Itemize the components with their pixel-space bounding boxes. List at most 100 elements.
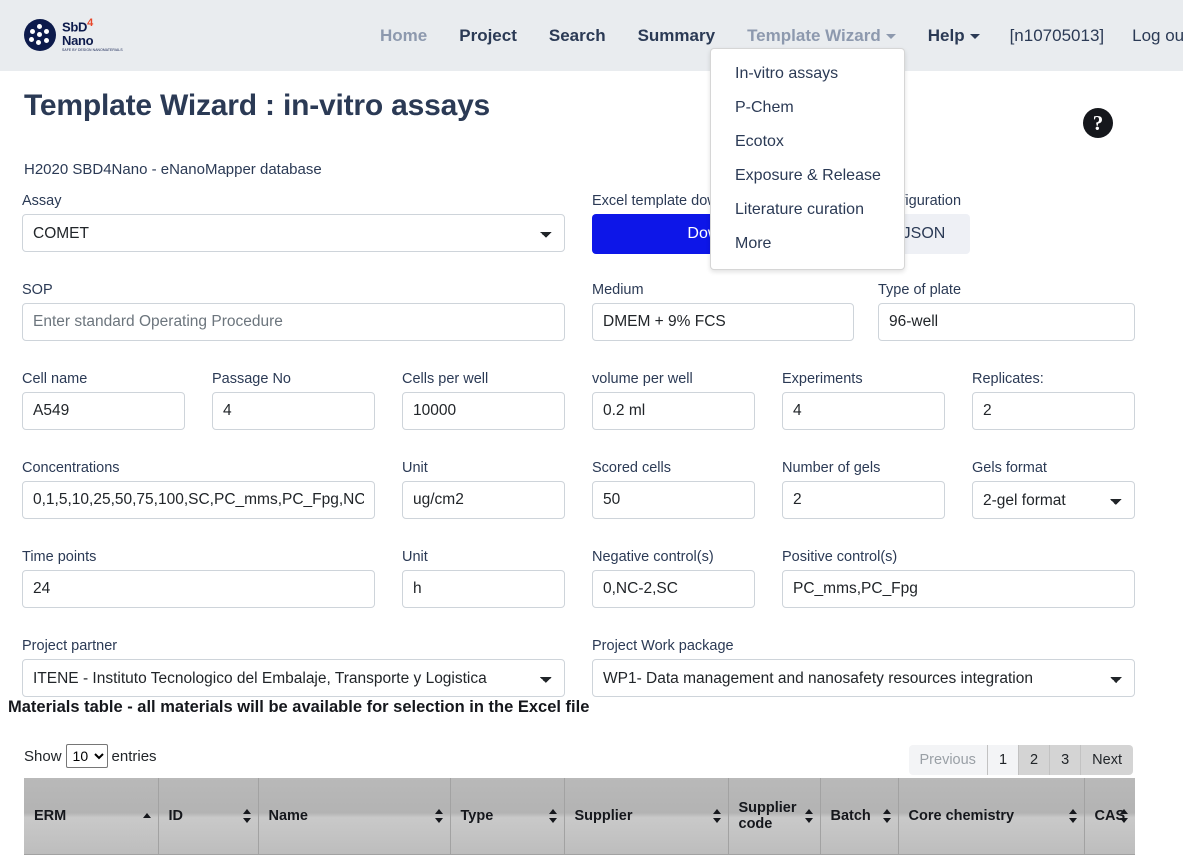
label-passage-no: Passage No (212, 371, 375, 387)
label-project-work-package: Project Work package (592, 638, 1135, 654)
table-pagination: Previous 1 2 3 Next (909, 745, 1133, 775)
gels-format-select[interactable]: 2-gel format (972, 481, 1135, 519)
label-scored-cells: Scored cells (592, 460, 755, 476)
field-scored-cells: Scored cells (592, 460, 755, 519)
column-header-supplier-code[interactable]: Supplier code (728, 778, 820, 854)
brand-wordmark: SbD4 Nano SAFE BY DESIGN NANOMATERIALS (62, 18, 123, 53)
replicates-input[interactable] (972, 392, 1135, 430)
column-header-type[interactable]: Type (450, 778, 564, 854)
dropdown-item-in-vitro-assays[interactable]: In-vitro assays (711, 57, 904, 91)
field-replicates: Replicates: (972, 371, 1135, 430)
sort-icon (549, 809, 558, 823)
medium-input[interactable] (592, 303, 854, 341)
dropdown-item-exposure-release[interactable]: Exposure & Release (711, 159, 904, 193)
column-header-name[interactable]: Name (258, 778, 450, 854)
concentrations-input[interactable] (22, 481, 375, 519)
type-of-plate-input[interactable] (878, 303, 1135, 341)
column-header-id[interactable]: ID (158, 778, 258, 854)
positive-controls-input[interactable] (782, 570, 1135, 608)
field-project-partner: Project partner ITENE - Instituto Tecnol… (22, 638, 565, 697)
column-header-batch[interactable]: Batch (820, 778, 898, 854)
pagination-previous[interactable]: Previous (909, 745, 988, 775)
experiments-input[interactable] (782, 392, 945, 430)
pagination-page-2[interactable]: 2 (1019, 745, 1050, 775)
scored-cells-input[interactable] (592, 481, 755, 519)
page-body: Template Wizard : in-vitro assays ? H202… (0, 89, 1183, 178)
brand-logo[interactable]: SbD4 Nano SAFE BY DESIGN NANOMATERIALS (24, 18, 123, 53)
label-number-of-gels: Number of gels (782, 460, 945, 476)
materials-table: ERM ID Name Type Supplier Supplier code … (24, 778, 1135, 855)
assay-select[interactable]: COMET (22, 214, 565, 252)
field-assay: Assay COMET (22, 193, 565, 252)
pagination-page-1[interactable]: 1 (988, 745, 1019, 775)
field-positive-controls: Positive control(s) (782, 549, 1135, 608)
materials-table-title: Materials table - all materials will be … (8, 698, 589, 717)
nav-link-search[interactable]: Search (533, 18, 622, 54)
field-experiments: Experiments (782, 371, 945, 430)
dropdown-item-ecotox[interactable]: Ecotox (711, 125, 904, 159)
nav-link-home[interactable]: Home (364, 18, 443, 54)
sort-icon (883, 809, 892, 823)
show-label: Show (24, 748, 62, 765)
field-cells-per-well: Cells per well (402, 371, 565, 430)
sort-icon (1120, 809, 1129, 823)
field-sop: SOP (22, 282, 565, 341)
brand-tagline: SAFE BY DESIGN NANOMATERIALS (62, 49, 123, 52)
column-header-cas[interactable]: CAS (1084, 778, 1135, 854)
template-wizard-dropdown: In-vitro assays P-Chem Ecotox Exposure &… (710, 48, 905, 270)
label-type-of-plate: Type of plate (878, 282, 1135, 298)
label-positive-controls: Positive control(s) (782, 549, 1135, 565)
dropdown-item-p-chem[interactable]: P-Chem (711, 91, 904, 125)
pagination-page-3[interactable]: 3 (1050, 745, 1081, 775)
nav-link-help[interactable]: Help (912, 18, 996, 54)
field-cell-name: Cell name (22, 371, 185, 430)
time-unit-input[interactable] (402, 570, 565, 608)
label-gels-format: Gels format (972, 460, 1135, 476)
negative-controls-input[interactable] (592, 570, 755, 608)
sort-icon (1069, 809, 1078, 823)
field-time-unit: Unit (402, 549, 565, 608)
project-partner-select[interactable]: ITENE - Instituto Tecnologico del Embala… (22, 659, 565, 697)
label-sop: SOP (22, 282, 565, 298)
materials-table-wrapper: ERM ID Name Type Supplier Supplier code … (24, 778, 1135, 859)
column-header-erm[interactable]: ERM (24, 778, 158, 854)
label-medium: Medium (592, 282, 854, 298)
column-header-core-chemistry[interactable]: Core chemistry (898, 778, 1084, 854)
show-entries-control: Show 10 entries (24, 744, 157, 768)
field-passage-no: Passage No (212, 371, 375, 430)
top-navbar: SbD4 Nano SAFE BY DESIGN NANOMATERIALS H… (0, 0, 1183, 71)
sort-icon (713, 809, 722, 823)
field-type-of-plate: Type of plate (878, 282, 1135, 341)
table-header-row: ERM ID Name Type Supplier Supplier code … (24, 778, 1135, 854)
cells-per-well-input[interactable] (402, 392, 565, 430)
nav-username[interactable]: [n10705013] (996, 18, 1119, 54)
label-volume-per-well: volume per well (592, 371, 755, 387)
label-project-partner: Project partner (22, 638, 565, 654)
number-of-gels-input[interactable] (782, 481, 945, 519)
help-question-icon[interactable]: ? (1083, 108, 1113, 138)
label-negative-controls: Negative control(s) (592, 549, 755, 565)
field-gels-format: Gels format 2-gel format (972, 460, 1135, 519)
pagination-next[interactable]: Next (1081, 745, 1133, 775)
cell-name-input[interactable] (22, 392, 185, 430)
nav-link-project[interactable]: Project (443, 18, 533, 54)
nav-logout[interactable]: Log out (1118, 18, 1183, 54)
field-concentrations: Concentrations (22, 460, 375, 519)
chevron-down-icon (886, 34, 896, 39)
page-subtitle: H2020 SBD4Nano - eNanoMapper database (24, 161, 1159, 178)
project-work-package-select[interactable]: WP1- Data management and nanosafety reso… (592, 659, 1135, 697)
time-points-input[interactable] (22, 570, 375, 608)
brand-line1: SbD (62, 19, 87, 34)
concentration-unit-input[interactable] (402, 481, 565, 519)
dropdown-item-more[interactable]: More (711, 227, 904, 261)
dropdown-item-literature-curation[interactable]: Literature curation (711, 193, 904, 227)
brand-line2: Nano (62, 34, 123, 47)
column-header-supplier[interactable]: Supplier (564, 778, 728, 854)
entries-per-page-select[interactable]: 10 (66, 744, 108, 768)
volume-per-well-input[interactable] (592, 392, 755, 430)
field-concentration-unit: Unit (402, 460, 565, 519)
sop-input[interactable] (22, 303, 565, 341)
passage-no-input[interactable] (212, 392, 375, 430)
sort-icon (243, 809, 252, 823)
field-number-of-gels: Number of gels (782, 460, 945, 519)
